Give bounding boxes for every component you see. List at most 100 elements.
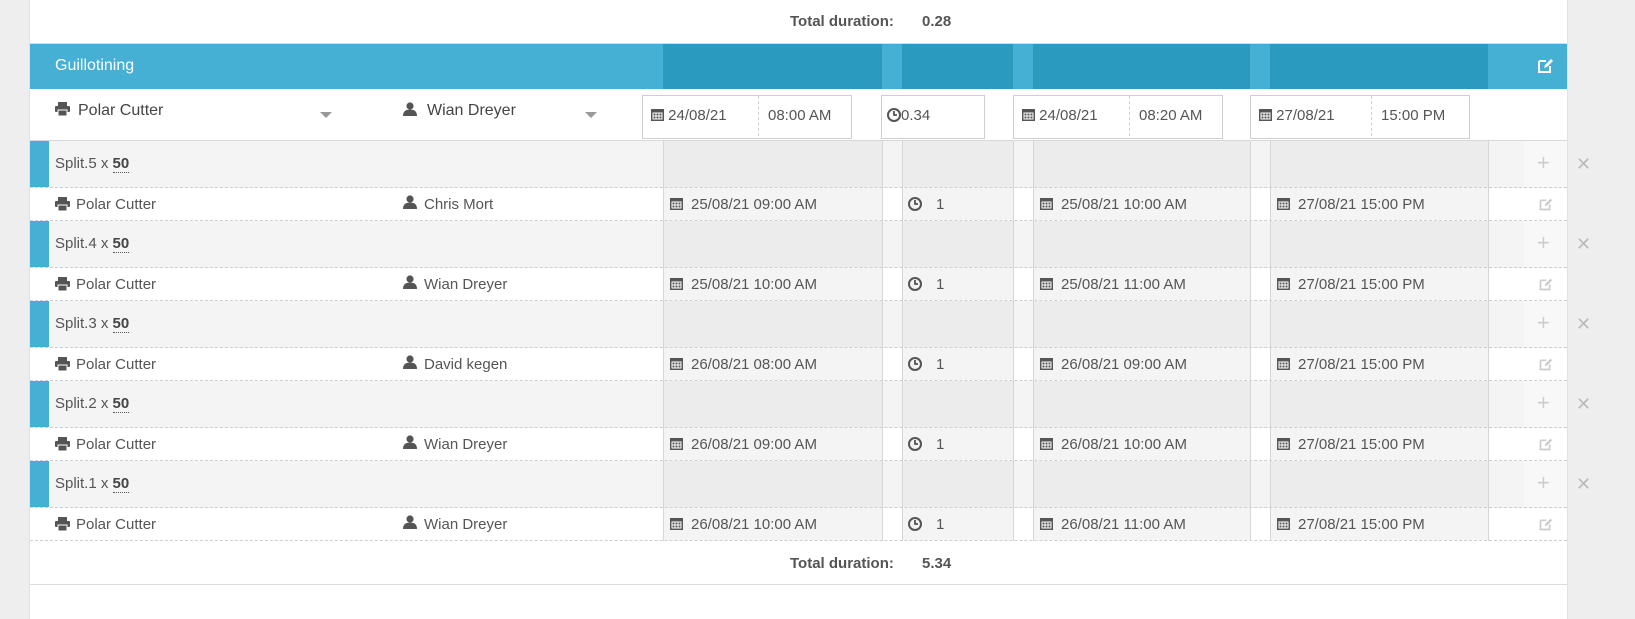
op-edit-button[interactable] bbox=[1524, 268, 1567, 300]
clock-icon bbox=[887, 107, 901, 122]
end-datetime-field[interactable]: 24/08/21 08:20 AM bbox=[1013, 95, 1223, 139]
op-operator: Wian Dreyer bbox=[403, 275, 508, 293]
top-total-row: Total duration: 0.28 bbox=[30, 0, 1567, 44]
calendar-icon bbox=[1022, 109, 1035, 122]
machine-select[interactable]: Polar Cutter bbox=[55, 102, 340, 128]
divider bbox=[1371, 96, 1372, 136]
start-time-value: 08:00 AM bbox=[768, 107, 832, 124]
calendar-icon bbox=[1277, 438, 1290, 451]
close-icon[interactable]: ✕ bbox=[1576, 395, 1591, 413]
due-time-value: 15:00 PM bbox=[1381, 107, 1446, 124]
split-accent-bar bbox=[30, 301, 49, 347]
split-cell bbox=[1034, 461, 1250, 507]
split-label: Split.3 x 50 bbox=[55, 315, 130, 333]
op-edit-button[interactable] bbox=[1524, 348, 1567, 380]
user-icon bbox=[403, 275, 417, 290]
split-quantity[interactable]: 50 bbox=[112, 155, 130, 173]
calendar-icon bbox=[651, 109, 664, 122]
split-cell bbox=[664, 381, 882, 427]
split-cell bbox=[1271, 141, 1488, 187]
edit-icon bbox=[1539, 198, 1553, 211]
start-datetime-field[interactable]: 24/08/21 08:00 AM bbox=[642, 95, 852, 139]
op-operator-name: Chris Mort bbox=[424, 196, 494, 213]
process-header: Guillotining bbox=[30, 44, 1567, 89]
plus-icon[interactable]: + bbox=[1537, 152, 1550, 174]
op-end-value: 25/08/21 11:00 AM bbox=[1061, 276, 1186, 293]
process-title: Guillotining bbox=[55, 57, 135, 74]
total-duration-value: 0.28 bbox=[922, 13, 952, 30]
split-cell bbox=[1271, 221, 1488, 267]
close-icon[interactable]: ✕ bbox=[1576, 155, 1591, 173]
op-due: 27/08/21 15:00 PM bbox=[1277, 516, 1425, 533]
operator-select[interactable]: Wian Dreyer bbox=[403, 102, 603, 128]
op-machine-name: Polar Cutter bbox=[76, 356, 157, 373]
split-quantity[interactable]: 50 bbox=[112, 475, 130, 493]
op-due: 27/08/21 15:00 PM bbox=[1277, 356, 1425, 373]
split-label: Split.5 x 50 bbox=[55, 155, 130, 173]
plus-icon[interactable]: + bbox=[1537, 472, 1550, 494]
op-duration: 1 bbox=[908, 356, 944, 373]
calendar-icon bbox=[670, 518, 683, 531]
op-operator: Wian Dreyer bbox=[403, 435, 507, 453]
op-end-value: 26/08/21 10:00 AM bbox=[1061, 436, 1187, 453]
split-cell bbox=[664, 461, 882, 507]
op-edit-button[interactable] bbox=[1524, 188, 1567, 220]
plus-icon[interactable]: + bbox=[1537, 232, 1550, 254]
calendar-icon bbox=[1040, 198, 1053, 211]
split-name: Split.2 x bbox=[55, 395, 113, 412]
start-date-input[interactable]: 24/08/21 bbox=[651, 96, 727, 136]
schedule-panel: Total duration: 0.28 Guillotining Polar … bbox=[29, 0, 1591, 619]
op-start: 26/08/21 08:00 AM bbox=[670, 356, 817, 373]
end-time-value: 08:20 AM bbox=[1139, 107, 1203, 124]
chevron-down-icon[interactable] bbox=[320, 112, 332, 118]
split-name: Split.3 x bbox=[55, 315, 113, 332]
header-col-end bbox=[1033, 44, 1250, 89]
close-icon[interactable]: ✕ bbox=[1576, 475, 1591, 493]
split-cell bbox=[1271, 461, 1488, 507]
op-end-value: 25/08/21 10:00 AM bbox=[1061, 196, 1187, 213]
header-edit-button[interactable] bbox=[1524, 44, 1567, 89]
chevron-down-icon[interactable] bbox=[585, 112, 597, 118]
plus-icon[interactable]: + bbox=[1537, 392, 1550, 414]
due-time-input[interactable]: 15:00 PM bbox=[1381, 96, 1445, 136]
split-quantity[interactable]: 50 bbox=[112, 235, 130, 253]
op-operator-name: Wian Dreyer bbox=[424, 276, 508, 293]
column-divider bbox=[1013, 141, 1014, 541]
calendar-icon bbox=[1277, 518, 1290, 531]
column-divider bbox=[902, 141, 903, 541]
clock-icon bbox=[908, 516, 922, 531]
split-action-cell: + bbox=[1524, 461, 1567, 507]
task-row: Polar Cutter Wian Dreyer 24/08/21 08:00 … bbox=[30, 89, 1567, 141]
end-date-input[interactable]: 24/08/21 bbox=[1022, 96, 1098, 136]
calendar-icon bbox=[1040, 278, 1053, 291]
calendar-icon bbox=[670, 198, 683, 211]
split-cell bbox=[903, 301, 1013, 347]
op-machine: Polar Cutter bbox=[55, 276, 156, 293]
split-cell bbox=[1034, 381, 1250, 427]
op-machine-name: Polar Cutter bbox=[76, 276, 157, 293]
start-time-input[interactable]: 08:00 AM bbox=[768, 96, 831, 136]
split-cell bbox=[1034, 221, 1250, 267]
plus-icon[interactable]: + bbox=[1537, 312, 1550, 334]
split-cell bbox=[664, 141, 882, 187]
clock-icon bbox=[908, 356, 922, 371]
op-edit-button[interactable] bbox=[1524, 508, 1567, 540]
close-icon[interactable]: ✕ bbox=[1576, 315, 1591, 333]
split-cell bbox=[1034, 301, 1250, 347]
op-machine: Polar Cutter bbox=[55, 356, 156, 373]
end-time-input[interactable]: 08:20 AM bbox=[1139, 96, 1202, 136]
split-accent-bar bbox=[30, 141, 49, 187]
op-due-value: 27/08/21 15:00 PM bbox=[1298, 196, 1425, 213]
due-date-input[interactable]: 27/08/21 bbox=[1259, 96, 1335, 136]
close-icon[interactable]: ✕ bbox=[1576, 235, 1591, 253]
split-action-cell: + bbox=[1524, 141, 1567, 187]
duration-field[interactable]: 0.34 bbox=[881, 95, 985, 139]
split-quantity[interactable]: 50 bbox=[112, 315, 130, 333]
op-end: 25/08/21 11:00 AM bbox=[1040, 276, 1186, 293]
machine-select-value: Polar Cutter bbox=[78, 102, 164, 119]
op-edit-button[interactable] bbox=[1524, 428, 1567, 460]
printer-icon bbox=[55, 102, 70, 117]
due-datetime-field[interactable]: 27/08/21 15:00 PM bbox=[1250, 95, 1470, 139]
split-quantity[interactable]: 50 bbox=[112, 395, 130, 413]
split-header-row: Split.4 x 50 + ✕ bbox=[30, 221, 1591, 268]
